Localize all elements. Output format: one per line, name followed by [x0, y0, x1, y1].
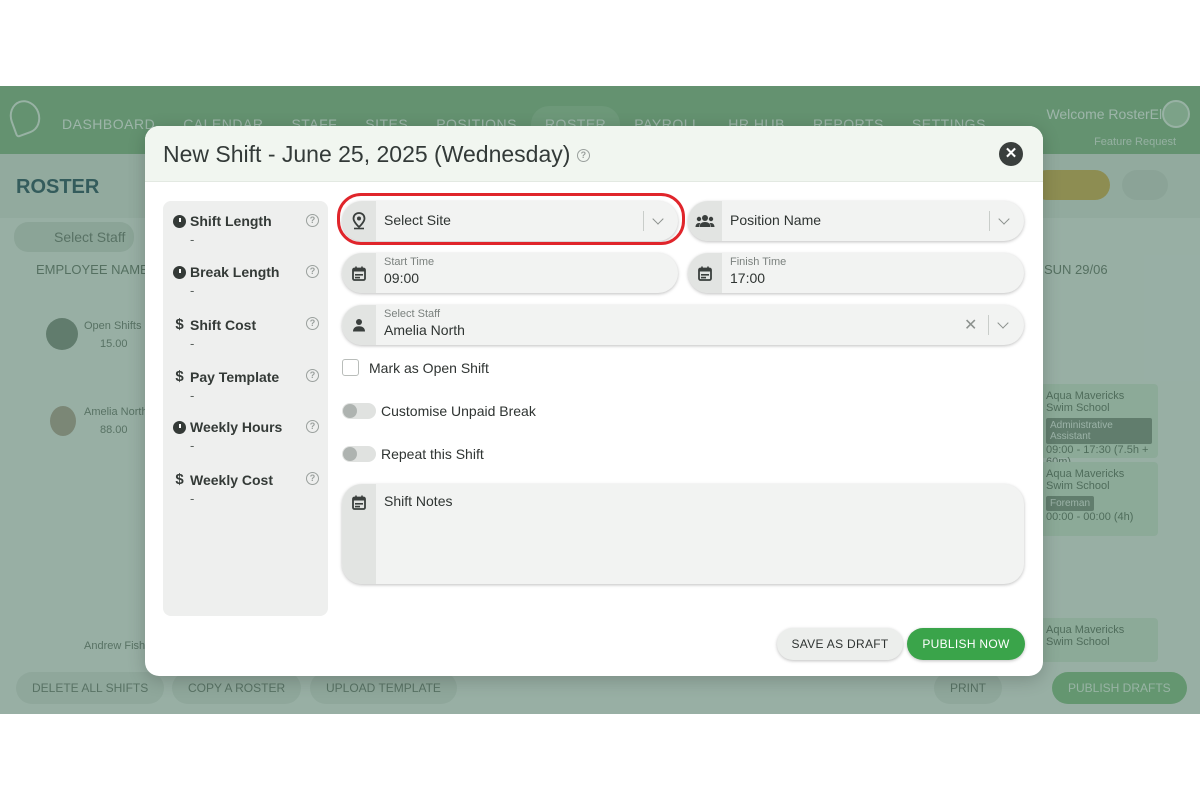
finish-time-value: 17:00: [730, 270, 766, 286]
select-staff-value: Amelia North: [384, 322, 465, 338]
chevron-down-icon[interactable]: [997, 317, 1009, 329]
summary-weekly-hours: Weekly Hours ? -: [173, 419, 321, 453]
clock-icon: [173, 420, 186, 434]
dropdown-separator: [988, 315, 989, 335]
chevron-down-icon[interactable]: [652, 213, 664, 225]
modal-title: New Shift - June 25, 2025 (Wednesday) ?: [163, 141, 590, 168]
summary-pay-template: $ Pay Template ? -: [173, 368, 321, 403]
notes-icon-area: [342, 484, 376, 584]
help-icon[interactable]: ?: [306, 214, 319, 227]
dollar-icon: $: [175, 316, 184, 333]
summary-label: Shift Cost: [190, 316, 257, 333]
modal-title-text: New Shift - June 25, 2025 (Wednesday): [163, 141, 571, 167]
location-pin-icon: [342, 201, 376, 241]
position-placeholder: Position Name: [730, 212, 822, 228]
unpaid-break-toggle[interactable]: [342, 403, 376, 419]
clock-icon: [173, 214, 186, 228]
start-time-label: Start Time: [384, 256, 435, 268]
start-time-value: 09:00: [384, 270, 420, 286]
summary-shift-length: Shift Length ? -: [173, 213, 321, 247]
summary-value: -: [190, 438, 195, 453]
select-staff-label: Select Staff: [384, 308, 441, 320]
summary-label: Break Length: [190, 264, 280, 280]
select-site-placeholder: Select Site: [384, 212, 451, 228]
summary-break-length: Break Length ? -: [173, 264, 321, 298]
position-dropdown[interactable]: Position Name: [688, 201, 1024, 241]
person-icon: [342, 305, 376, 345]
open-shift-checkbox[interactable]: [342, 359, 359, 376]
start-time-field[interactable]: Start Time 09:00: [342, 253, 678, 293]
summary-shift-cost: $ Shift Cost ? -: [173, 316, 321, 351]
summary-value: -: [190, 336, 195, 351]
open-shift-label: Mark as Open Shift: [369, 360, 489, 376]
clock-icon: [173, 265, 186, 279]
select-site-dropdown[interactable]: Select Site: [342, 201, 678, 241]
chevron-down-icon[interactable]: [998, 213, 1010, 225]
summary-label: Shift Length: [190, 213, 272, 229]
shift-notes-textarea[interactable]: Shift Notes: [342, 484, 1024, 584]
dropdown-separator: [989, 211, 990, 231]
repeat-shift-toggle[interactable]: [342, 446, 376, 462]
help-icon[interactable]: ?: [576, 149, 590, 163]
modal-header: New Shift - June 25, 2025 (Wednesday) ? …: [145, 126, 1043, 182]
summary-label: Pay Template: [190, 368, 280, 385]
dollar-icon: $: [175, 471, 184, 488]
users-group-icon: [688, 201, 722, 241]
help-icon[interactable]: ?: [306, 420, 319, 433]
calendar-icon: [688, 253, 722, 293]
repeat-shift-label: Repeat this Shift: [381, 446, 484, 462]
help-icon[interactable]: ?: [306, 317, 319, 330]
calendar-icon: [352, 495, 366, 510]
summary-label: Weekly Cost: [190, 471, 273, 488]
summary-weekly-cost: $ Weekly Cost ? -: [173, 471, 321, 506]
finish-time-label: Finish Time: [730, 256, 787, 268]
summary-label: Weekly Hours: [190, 419, 283, 435]
unpaid-break-label: Customise Unpaid Break: [381, 403, 536, 419]
dropdown-separator: [643, 211, 644, 231]
save-as-draft-button[interactable]: SAVE AS DRAFT: [777, 628, 903, 660]
new-shift-modal: New Shift - June 25, 2025 (Wednesday) ? …: [145, 126, 1043, 676]
help-icon[interactable]: ?: [306, 369, 319, 382]
summary-value: -: [190, 388, 195, 403]
publish-now-button[interactable]: PUBLISH NOW: [907, 628, 1025, 660]
help-icon[interactable]: ?: [306, 265, 319, 278]
select-staff-dropdown[interactable]: Select Staff Amelia North ✕: [342, 305, 1024, 345]
summary-value: -: [190, 491, 195, 506]
close-icon[interactable]: ✕: [999, 142, 1023, 166]
summary-value: -: [190, 232, 195, 247]
dollar-icon: $: [175, 368, 184, 385]
finish-time-field[interactable]: Finish Time 17:00: [688, 253, 1024, 293]
help-icon[interactable]: ?: [306, 472, 319, 485]
clear-icon[interactable]: ✕: [964, 315, 977, 335]
calendar-icon: [342, 253, 376, 293]
shift-notes-placeholder: Shift Notes: [384, 493, 453, 509]
shift-summary-panel: Shift Length ? - Break Length ? - $ Shift…: [163, 201, 328, 616]
summary-value: -: [190, 283, 195, 298]
